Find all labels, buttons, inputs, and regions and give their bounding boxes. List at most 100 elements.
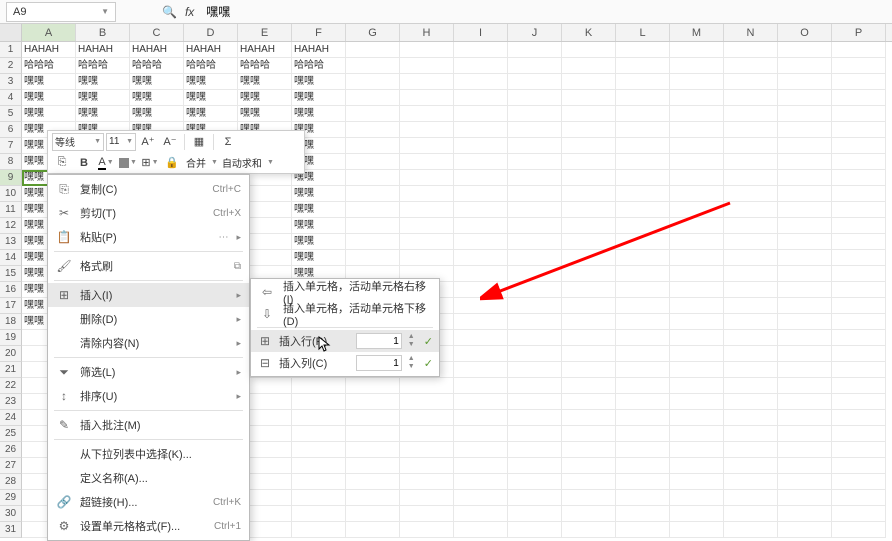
column-header[interactable]: G bbox=[346, 24, 400, 41]
cell[interactable] bbox=[292, 426, 346, 442]
row-header[interactable]: 29 bbox=[0, 490, 22, 506]
cell[interactable] bbox=[832, 442, 886, 458]
cell[interactable] bbox=[346, 90, 400, 106]
cell[interactable] bbox=[400, 122, 454, 138]
menu-item[interactable]: 🔗超链接(H)...Ctrl+K bbox=[48, 490, 249, 514]
cell[interactable] bbox=[832, 202, 886, 218]
cell[interactable] bbox=[724, 394, 778, 410]
cell[interactable] bbox=[724, 186, 778, 202]
cell[interactable] bbox=[778, 234, 832, 250]
cell[interactable] bbox=[292, 458, 346, 474]
cell[interactable] bbox=[508, 202, 562, 218]
cell[interactable] bbox=[292, 394, 346, 410]
cell[interactable] bbox=[346, 442, 400, 458]
cell[interactable] bbox=[292, 522, 346, 538]
merge-button[interactable]: 合并 bbox=[184, 155, 208, 170]
insert-col-item[interactable]: ⊟插入列(C)▲▼✓ bbox=[251, 352, 439, 374]
cell[interactable] bbox=[508, 250, 562, 266]
cell[interactable] bbox=[670, 378, 724, 394]
cell[interactable] bbox=[724, 266, 778, 282]
cell[interactable] bbox=[778, 330, 832, 346]
column-header[interactable]: D bbox=[184, 24, 238, 41]
cell[interactable] bbox=[724, 522, 778, 538]
select-all-corner[interactable] bbox=[0, 24, 22, 41]
column-header[interactable]: M bbox=[670, 24, 724, 41]
cell[interactable] bbox=[832, 282, 886, 298]
cell[interactable] bbox=[724, 378, 778, 394]
cell[interactable] bbox=[454, 154, 508, 170]
cell[interactable] bbox=[724, 474, 778, 490]
menu-item[interactable]: 从下拉列表中选择(K)... bbox=[48, 442, 249, 466]
cell[interactable]: 嘿嘿 bbox=[22, 74, 76, 90]
cell[interactable] bbox=[292, 442, 346, 458]
row-header[interactable]: 20 bbox=[0, 346, 22, 362]
cell[interactable] bbox=[670, 362, 724, 378]
cell[interactable] bbox=[724, 298, 778, 314]
cell[interactable] bbox=[832, 298, 886, 314]
cell[interactable] bbox=[832, 378, 886, 394]
cell[interactable] bbox=[508, 298, 562, 314]
cell[interactable] bbox=[562, 234, 616, 250]
cell[interactable] bbox=[562, 170, 616, 186]
column-header[interactable]: A bbox=[22, 24, 76, 41]
row-header[interactable]: 21 bbox=[0, 362, 22, 378]
table-icon[interactable]: ▦ bbox=[189, 133, 209, 151]
cell[interactable] bbox=[832, 122, 886, 138]
cell[interactable] bbox=[778, 58, 832, 74]
cell[interactable] bbox=[400, 42, 454, 58]
cell[interactable] bbox=[454, 522, 508, 538]
cell[interactable] bbox=[616, 186, 670, 202]
cell[interactable] bbox=[832, 490, 886, 506]
cell[interactable]: 嘿嘿 bbox=[130, 74, 184, 90]
cell[interactable] bbox=[724, 330, 778, 346]
cell[interactable]: 嘿嘿 bbox=[130, 90, 184, 106]
row-header[interactable]: 24 bbox=[0, 410, 22, 426]
cell[interactable] bbox=[292, 410, 346, 426]
menu-item[interactable]: ⚙设置单元格格式(F)...Ctrl+1 bbox=[48, 514, 249, 538]
cell[interactable] bbox=[778, 170, 832, 186]
cell[interactable] bbox=[670, 250, 724, 266]
row-header[interactable]: 18 bbox=[0, 314, 22, 330]
cell[interactable] bbox=[454, 442, 508, 458]
cell[interactable] bbox=[616, 426, 670, 442]
column-header[interactable]: O bbox=[778, 24, 832, 41]
cell[interactable] bbox=[562, 346, 616, 362]
cell[interactable] bbox=[724, 362, 778, 378]
column-header[interactable]: F bbox=[292, 24, 346, 41]
cell[interactable] bbox=[778, 122, 832, 138]
cell[interactable] bbox=[778, 282, 832, 298]
cell[interactable] bbox=[670, 138, 724, 154]
cell[interactable]: HAHAH bbox=[184, 42, 238, 58]
row-header[interactable]: 26 bbox=[0, 442, 22, 458]
cell[interactable] bbox=[454, 410, 508, 426]
cell[interactable] bbox=[562, 186, 616, 202]
cell[interactable] bbox=[832, 106, 886, 122]
cell[interactable] bbox=[724, 106, 778, 122]
cell[interactable] bbox=[454, 394, 508, 410]
menu-item[interactable]: ↕排序(U)▸ bbox=[48, 384, 249, 408]
cell[interactable]: 嘿嘿 bbox=[292, 90, 346, 106]
cell[interactable] bbox=[508, 362, 562, 378]
cell[interactable] bbox=[454, 298, 508, 314]
sum-icon[interactable]: Σ bbox=[218, 133, 238, 151]
copy-button[interactable]: ⎘ bbox=[52, 154, 72, 172]
font-name-select[interactable]: 等线▼ bbox=[52, 133, 104, 151]
cell[interactable] bbox=[670, 266, 724, 282]
cell[interactable] bbox=[346, 426, 400, 442]
cell[interactable] bbox=[400, 474, 454, 490]
column-header[interactable]: J bbox=[508, 24, 562, 41]
cell[interactable] bbox=[508, 442, 562, 458]
menu-item[interactable]: ⏷筛选(L)▸ bbox=[48, 360, 249, 384]
row-header[interactable]: 9 bbox=[0, 170, 22, 186]
cell[interactable] bbox=[346, 106, 400, 122]
cell[interactable] bbox=[400, 186, 454, 202]
cell[interactable] bbox=[292, 378, 346, 394]
cell[interactable] bbox=[616, 74, 670, 90]
cell[interactable] bbox=[616, 442, 670, 458]
cell[interactable] bbox=[454, 186, 508, 202]
cell[interactable] bbox=[400, 426, 454, 442]
cell[interactable] bbox=[508, 218, 562, 234]
borders-button[interactable]: ⊞▼ bbox=[140, 154, 160, 172]
cell[interactable] bbox=[400, 90, 454, 106]
decrease-font-button[interactable]: A⁻ bbox=[160, 133, 180, 151]
